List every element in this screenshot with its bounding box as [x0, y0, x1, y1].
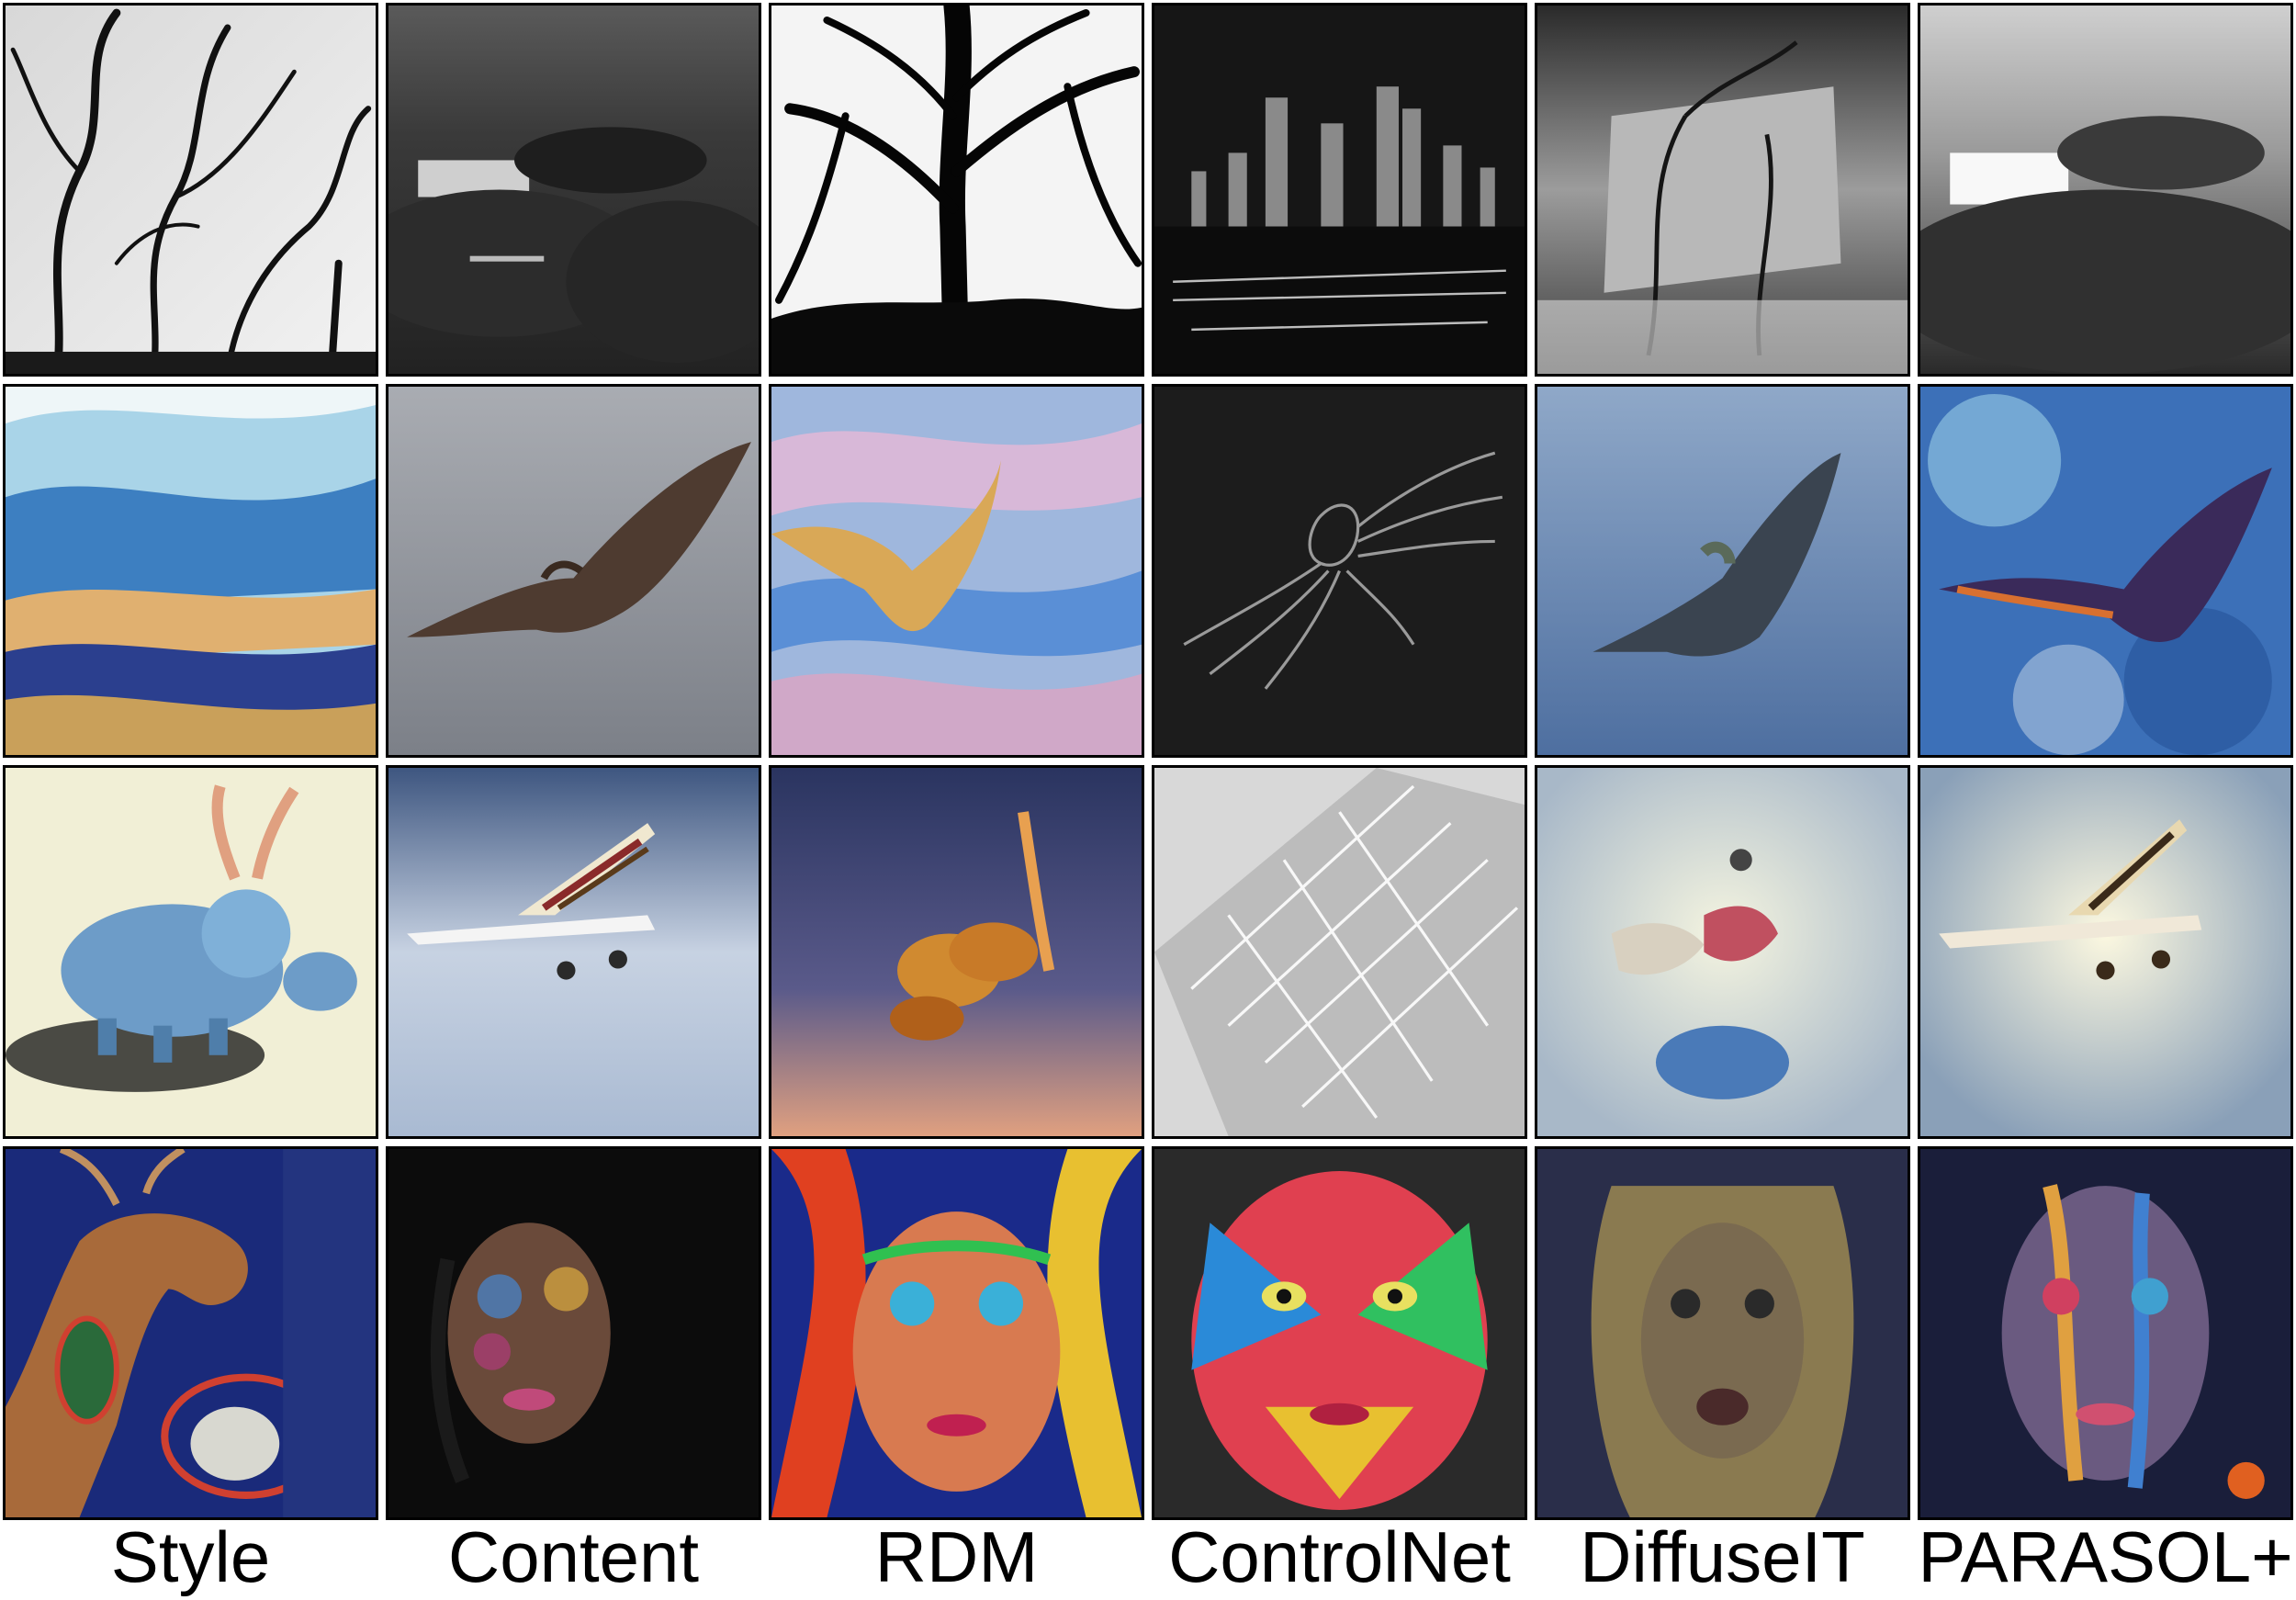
column-labels: Style Content RDM ControlNet DiffuseIT P… — [3, 1515, 2293, 1598]
column-label-rdm: RDM — [874, 1516, 1039, 1597]
bw-tree-shadows-image — [3, 3, 378, 377]
grey-structure-lines-image — [1152, 765, 1527, 1139]
comparison-figure: Style Content RDM ControlNet DiffuseIT P… — [0, 0, 2296, 1600]
column-label-diffuseit: DiffuseIT — [1580, 1516, 1865, 1597]
image-grid — [3, 3, 2293, 1520]
airplane-bright-sky-image — [1918, 765, 2293, 1139]
bw-blurry-field-image — [1918, 3, 2293, 377]
blurred-face-portrait-image — [1535, 1146, 1910, 1520]
painted-face-portrait-image — [386, 1146, 761, 1520]
painted-bird-pastel-sky-image — [769, 384, 1144, 758]
colorful-face-paint-image — [1152, 1146, 1527, 1520]
column-label-style: Style — [110, 1516, 271, 1597]
pterodactyl-blue-sky-image — [1535, 384, 1910, 758]
airplane-flower-swirl-image — [1535, 765, 1910, 1139]
column-label-parasol-plus: PARASOL+ — [1918, 1516, 2293, 1597]
bw-wall-branches-image — [1535, 3, 1910, 377]
sketched-bird-dark-image — [1152, 384, 1527, 758]
blue-landscape-painting-image — [3, 384, 378, 758]
abstract-paint-face-image — [1918, 1146, 2293, 1520]
psychedelic-face-image — [769, 1146, 1144, 1520]
pterodactyl-grey-sky-image — [386, 384, 761, 758]
bw-city-skyline-image — [1152, 3, 1527, 377]
column-label-controlnet: ControlNet — [1168, 1516, 1511, 1597]
pterodactyl-painterly-image — [1918, 384, 2293, 758]
bw-field-billboard-image — [386, 3, 761, 377]
column-label-content: Content — [447, 1516, 700, 1597]
orange-insect-gradient-image — [769, 765, 1144, 1139]
deer-skull-painting-image — [3, 1146, 378, 1520]
bw-tree-silhouette-image — [769, 3, 1144, 377]
model-airplane-sky-image — [386, 765, 761, 1139]
tardigrade-illustration-image — [3, 765, 378, 1139]
